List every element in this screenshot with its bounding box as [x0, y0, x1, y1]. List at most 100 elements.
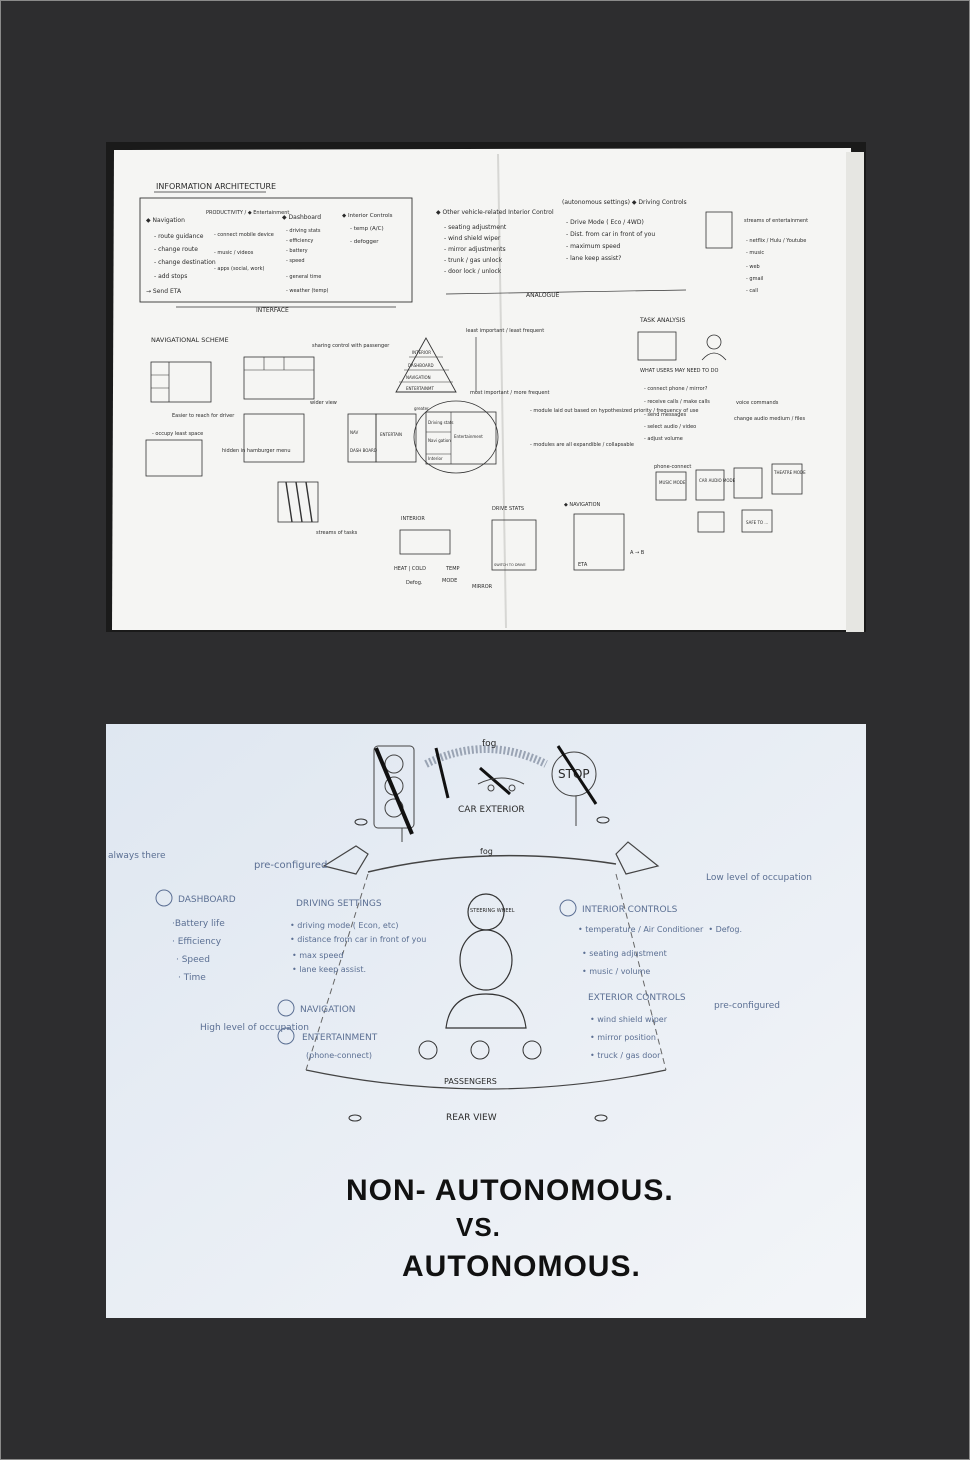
task-item: - select audio / video [644, 424, 696, 430]
phone-connect-label: (phone-connect) [306, 1051, 372, 1060]
task-mode: THEATRE MODE [773, 470, 806, 475]
nav-scheme-title: NAVIGATIONAL SCHEME [151, 336, 229, 344]
navigation-label: NAVIGATION [300, 1005, 356, 1015]
fog-top: fog [482, 739, 496, 749]
dashboard-title: DASHBOARD [178, 895, 236, 905]
driving-item: • max speed [292, 951, 343, 960]
exterior-ctrl-item: • mirror position [590, 1033, 656, 1042]
task-voice: voice commands [736, 400, 779, 406]
screen-label: Defog. [406, 580, 423, 586]
layout-greater: greater [414, 406, 429, 411]
ia-col-2-head: ◆ Dashboard [282, 214, 321, 221]
interior-item: • temperature / Air Conditioner • Defog. [578, 925, 742, 934]
fog-mid: fog [480, 847, 493, 856]
task-mode: CAR AUDIO MODE [699, 478, 736, 483]
task-subtitle: WHAT USERS MAY NEED TO DO [640, 368, 719, 374]
ia-col-2-item: - general time [286, 274, 321, 280]
screen-title: INTERIOR [401, 516, 425, 522]
entertainment-label: ENTERTAINMENT [302, 1033, 378, 1043]
sketch-car-drawing: fog CAR EXTERIOR STOP fog STEERING WHEEL… [106, 724, 866, 1318]
task-title: TASK ANALYSIS [639, 317, 685, 324]
layout-cell: Entertainment [454, 434, 483, 439]
ia-col-2-item: - weather (temp) [286, 288, 329, 294]
ia-title: INFORMATION ARCHITECTURE [156, 182, 276, 191]
layout-cell: ENTERTAIN [380, 432, 402, 437]
driving-title: DRIVING SETTINGS [296, 899, 382, 909]
nav-note: Easier to reach for driver [172, 413, 235, 419]
screen-label: ETA [578, 562, 588, 568]
layout-note: - modules are all expandible / collapsab… [530, 442, 634, 448]
ia-col-2-item: - efficiency [286, 238, 313, 244]
ia-col-1-item: - music / videos [214, 250, 254, 256]
interior-title: INTERIOR CONTROLS [582, 905, 678, 915]
analogue-right-item: - Dist. from car in front of you [566, 231, 655, 238]
nav-note: - occupy least space [152, 431, 203, 437]
exterior-ctrl-title: EXTERIOR CONTROLS [588, 993, 686, 1003]
sketch-photo-architecture: INFORMATION ARCHITECTURE ◆ Navigation - … [106, 142, 866, 632]
ia-col-2-item: - speed [286, 258, 305, 264]
layout-cell: Navi gation [428, 438, 451, 443]
nav-note: sharing control with passenger [312, 343, 390, 349]
passengers-label: PASSENGERS [444, 1077, 497, 1086]
analogue-footer: ANALOGUE [526, 292, 560, 299]
dashboard-item: · Efficiency [172, 937, 222, 947]
title-line-1: NON- AUTONOMOUS. [346, 1174, 674, 1207]
analogue-left-item: - seating adjustment [444, 224, 507, 231]
pyramid-top-note: least important / least frequent [466, 328, 544, 334]
nav-note: hidden in hamburger menu [222, 448, 290, 454]
title-line-2: VS. [456, 1212, 501, 1242]
task-mode: MUSIC MODE [659, 480, 686, 485]
pyramid-tier: ENTERTAINMT [406, 386, 434, 391]
driving-item: • distance from car in front of you [290, 935, 426, 944]
preconfigured-right: pre-configured [714, 1001, 780, 1011]
title-line-3: AUTONOMOUS. [402, 1250, 641, 1283]
pyramid-tier: INTERIOR [412, 350, 431, 355]
steering-label: STEERING WHEEL [470, 908, 515, 914]
streams-item: - netflix / Hulu / Youtube [746, 238, 806, 244]
nav-note: wider view [310, 400, 337, 406]
task-safe: SAFE TO ... [746, 520, 768, 525]
task-item: - receive calls / make calls [644, 399, 710, 405]
streams-head: streams of entertainment [744, 218, 808, 224]
ia-col-0-item: - route guidance [154, 233, 204, 240]
analogue-right-item: - lane keep assist? [566, 255, 621, 262]
always-there: always there [108, 851, 166, 861]
task-change: change audio medium / files [734, 416, 805, 422]
ia-col-2-item: - driving stats [286, 228, 321, 234]
pyramid-bottom-note: most important / more frequent [470, 390, 550, 396]
analogue-right-item: - Drive Mode ( Eco / 4WD) [566, 219, 644, 226]
task-phone: phone-connect [654, 464, 691, 470]
analogue-right-head: (autonomous settings) ◆ Driving Controls [562, 199, 687, 206]
analogue-left-item: - mirror adjustments [444, 246, 506, 253]
layout-cell: DASH BOARD [350, 448, 377, 453]
ia-col-1-head: PRODUCTIVITY / ◆ Entertainment [206, 210, 289, 216]
analogue-left-item: - trunk / gas unlock [444, 257, 503, 264]
interior-item: • seating adjustment [582, 949, 667, 958]
ia-col-0-item: - change destination [154, 259, 216, 266]
task-item: - connect phone / mirror? [644, 386, 708, 392]
dashboard-item: · Speed [176, 955, 210, 965]
screen-title: DRIVE STATS [492, 506, 524, 512]
screen-title: ◆ NAVIGATION [564, 502, 601, 508]
streams-item: - web [746, 264, 760, 270]
sketch-photo-car-diagram: fog CAR EXTERIOR STOP fog STEERING WHEEL… [106, 724, 866, 1318]
screen-label: MIRROR [472, 584, 493, 590]
ia-col-1-item: - connect mobile device [214, 232, 274, 238]
exterior-ctrl-item: • truck / gas door [590, 1051, 661, 1060]
task-item: - send messages [644, 412, 686, 418]
streams-item: - gmail [746, 276, 763, 282]
ia-col-1-item: - apps (social, work) [214, 266, 264, 272]
screen-label: MODE [442, 578, 457, 584]
ia-col-3-head: ◆ Interior Controls [342, 213, 393, 219]
ia-col-0-item: - change route [154, 246, 198, 253]
analogue-left-item: - door lock / unlock [444, 268, 502, 275]
nav-note: streams of tasks [316, 530, 358, 536]
ia-footer: INTERFACE [256, 307, 289, 314]
interior-item: • music / volume [582, 967, 650, 976]
preconfigured-left: pre-configured [254, 860, 327, 871]
analogue-right-item: - maximum speed [566, 243, 621, 250]
dashboard-item: ·Battery life [172, 919, 225, 929]
analogue-left-head: ◆ Other vehicle-related Interior Control [436, 209, 554, 216]
sketch-architecture-drawing: INFORMATION ARCHITECTURE ◆ Navigation - … [112, 148, 864, 632]
exterior-ctrl-item: • wind shield wiper [590, 1015, 668, 1024]
